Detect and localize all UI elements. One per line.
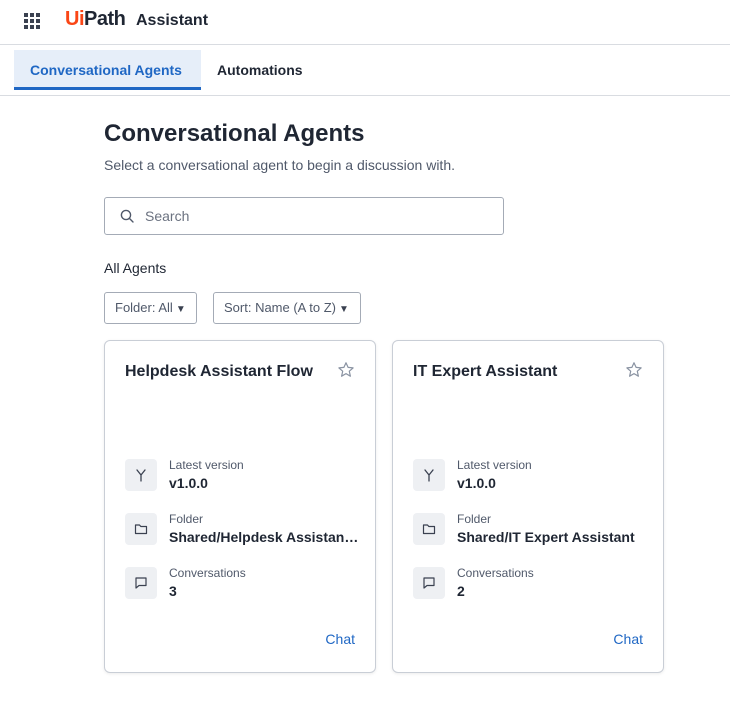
folder-value: Shared/Helpdesk Assistant Flow (169, 529, 359, 545)
folder: Folder Shared/Helpdesk Assistant Flow (125, 511, 365, 551)
agent-title: IT Expert Assistant (413, 363, 558, 380)
app-name: Assistant (136, 12, 209, 29)
agent-card[interactable]: IT Expert Assistant Latest version v1.0.… (392, 340, 664, 673)
version-fork-icon (125, 459, 157, 491)
tab-automations[interactable]: Automations (201, 50, 319, 90)
page-title: Conversational Agents (104, 120, 365, 147)
folder-value: Shared/IT Expert Assistant (457, 529, 635, 545)
search-box[interactable] (104, 197, 504, 235)
star-icon[interactable] (337, 361, 355, 379)
star-icon[interactable] (625, 361, 643, 379)
folder: Folder Shared/IT Expert Assistant (413, 511, 653, 551)
chat-link[interactable]: Chat (613, 631, 643, 647)
section-label-all-agents: All Agents (104, 260, 167, 276)
version-value: v1.0.0 (457, 475, 496, 491)
tab-conversational-agents[interactable]: Conversational Agents (14, 50, 201, 90)
search-icon (120, 209, 134, 223)
folder-icon (125, 513, 157, 545)
conversations-label: Conversations (169, 566, 246, 580)
latest-version: Latest version v1.0.0 (413, 457, 653, 497)
conversations-label: Conversations (457, 566, 534, 580)
version-label: Latest version (169, 458, 244, 472)
folder-icon (413, 513, 445, 545)
caret-down-icon: ▼ (175, 304, 186, 315)
top-bar: UiPath Assistant (0, 0, 730, 45)
search-input[interactable] (145, 206, 485, 226)
agent-card[interactable]: Helpdesk Assistant Flow Latest version v… (104, 340, 376, 673)
conversations: Conversations 2 (413, 565, 653, 605)
conversations: Conversations 3 (125, 565, 365, 605)
conversations-value: 3 (169, 583, 177, 599)
uipath-logo: UiPath (65, 8, 126, 30)
chat-link[interactable]: Chat (325, 631, 355, 647)
conversations-value: 2 (457, 583, 465, 599)
version-fork-icon (413, 459, 445, 491)
caret-down-icon: ▼ (338, 304, 349, 315)
version-label: Latest version (457, 458, 532, 472)
folder-label: Folder (169, 512, 204, 526)
folder-filter-dropdown[interactable]: Folder: All ▼ (104, 292, 197, 324)
page-subtitle: Select a conversational agent to begin a… (104, 157, 455, 173)
version-value: v1.0.0 (169, 475, 208, 491)
agent-title: Helpdesk Assistant Flow (125, 363, 313, 380)
tab-bar: Conversational Agents Automations (0, 45, 730, 96)
sort-label: Sort: Name (A to Z) (224, 300, 336, 315)
latest-version: Latest version v1.0.0 (125, 457, 365, 497)
folder-filter-label: Folder: All (115, 300, 173, 315)
chat-bubble-icon (413, 567, 445, 599)
sort-dropdown[interactable]: Sort: Name (A to Z) ▼ (213, 292, 361, 324)
folder-label: Folder (457, 512, 492, 526)
grid-icon[interactable] (24, 13, 40, 29)
chat-bubble-icon (125, 567, 157, 599)
